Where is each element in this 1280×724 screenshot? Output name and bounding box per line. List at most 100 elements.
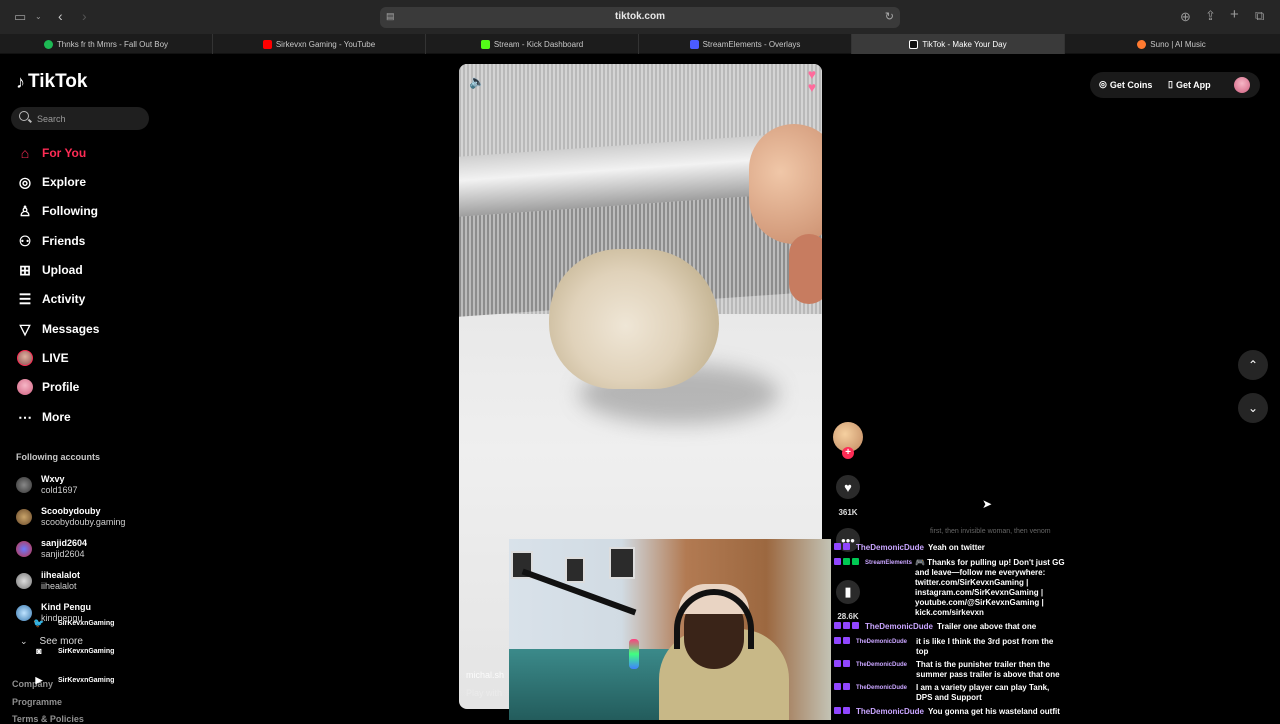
- account-item[interactable]: iihealalot iihealalot: [16, 570, 80, 592]
- account-item[interactable]: Scoobydouby scoobydouby.gaming: [16, 506, 125, 528]
- overlay-social-twitter: 🐦 SirKevxnGaming: [33, 617, 114, 628]
- nav-following[interactable]: ♙ Following: [16, 201, 98, 221]
- nav-more[interactable]: ⋯ More: [16, 407, 71, 427]
- chevron-down-icon[interactable]: ⌄: [35, 10, 42, 24]
- friends-icon: ⚇: [18, 232, 32, 249]
- search-input[interactable]: [37, 111, 142, 126]
- nav-upload[interactable]: ⊞ Upload: [16, 260, 83, 280]
- heart-icon: ♥: [844, 479, 852, 495]
- nav-messages[interactable]: ▽ Messages: [16, 319, 100, 339]
- nav-for-you[interactable]: ⌂ For You: [16, 143, 86, 163]
- footer-terms[interactable]: Terms & Policies: [12, 714, 84, 724]
- spotify-icon: [43, 39, 53, 49]
- home-icon: ⌂: [20, 145, 30, 161]
- avatar: [16, 573, 32, 589]
- kick-icon: [480, 39, 490, 49]
- nav-friends[interactable]: ⚇ Friends: [16, 231, 86, 251]
- video-author[interactable]: michal.sh: [466, 670, 504, 680]
- chat-message: TheDemonicDude You gonna get his wastela…: [834, 707, 1086, 717]
- tiktok-logo[interactable]: ♪ TikTok: [16, 71, 87, 93]
- get-coins-button[interactable]: ◎ Get Coins: [1099, 79, 1152, 90]
- footer-programme[interactable]: Programme: [12, 697, 62, 707]
- follow-plus-icon[interactable]: +: [842, 447, 854, 459]
- account-handle: scoobydouby.gaming: [41, 517, 126, 527]
- twitter-icon: 🐦: [33, 617, 45, 628]
- tiktok-note-icon: ♪: [16, 71, 25, 92]
- chat-badges: [834, 637, 852, 644]
- get-app-button[interactable]: ▯ Get App: [1168, 79, 1211, 90]
- nav-live[interactable]: LIVE: [16, 348, 69, 368]
- chat-text: Yeah on twitter: [928, 543, 985, 552]
- chat-message: TheDemonicDude Yeah on twitter: [834, 543, 1086, 553]
- account-item[interactable]: Wxvy cold1697: [16, 474, 78, 496]
- heart-sticker-icon: ♥ ♥: [807, 66, 816, 95]
- profile-avatar-icon: [16, 378, 34, 396]
- nav-label: Messages: [42, 322, 100, 336]
- account-handle: cold1697: [41, 485, 78, 495]
- chat-badges: [834, 707, 852, 714]
- tab-streamelements[interactable]: StreamElements - Overlays: [639, 34, 852, 54]
- account-name: Scoobydouby: [41, 506, 101, 516]
- next-video-button[interactable]: ⌄: [1238, 393, 1268, 423]
- chat-username: TheDemonicDude: [856, 639, 908, 645]
- chat-text: Trailer one above that one: [937, 622, 1037, 631]
- nav-profile[interactable]: Profile: [16, 377, 79, 397]
- cat-paw: [549, 249, 719, 389]
- download-icon[interactable]: ⊕: [1180, 10, 1191, 24]
- chat-text: You gonna get his wasteland outfit: [928, 707, 1060, 716]
- url-text: tiktok.com: [614, 11, 665, 22]
- back-icon[interactable]: ‹: [58, 9, 63, 23]
- share-icon[interactable]: ⇪: [1205, 9, 1216, 23]
- forward-icon[interactable]: ›: [82, 9, 87, 23]
- chat-message: TheDemonicDude Trailer one above that on…: [834, 622, 1086, 632]
- chat-username: TheDemonicDude: [856, 707, 925, 716]
- account-name: Wxvy: [41, 474, 65, 484]
- avatar: [16, 509, 32, 525]
- nav-activity[interactable]: ☰ Activity: [16, 289, 86, 309]
- tab-youtube[interactable]: Sirkevxn Gaming - YouTube: [213, 34, 426, 54]
- nav-label: Activity: [42, 292, 86, 306]
- chat-text: 🎮 Thanks for pulling up! Don't just GG a…: [915, 558, 1065, 617]
- tab-label: TikTok - Make Your Day: [922, 39, 1007, 49]
- tab-label: StreamElements - Overlays: [702, 39, 801, 49]
- messages-icon: ▽: [19, 320, 31, 337]
- tab-label: Stream - Kick Dashboard: [493, 39, 584, 49]
- sidebar-toggle-icon[interactable]: ▭: [14, 10, 26, 24]
- social-handle: SirKevxnGaming: [58, 676, 115, 684]
- chat-text: That is the punisher trailer then the su…: [916, 660, 1060, 679]
- tab-overview-icon[interactable]: ⧉: [1255, 9, 1264, 23]
- nav-label: Explore: [42, 175, 87, 189]
- chat-message: TheDemonicDude it is like I think the 3r…: [834, 637, 1086, 657]
- tab-bar: Thnks fr th Mmrs - Fall Out Boy Sirkevxn…: [0, 34, 1280, 54]
- tab-suno[interactable]: Suno | AI Music: [1065, 34, 1278, 54]
- volume-icon[interactable]: 🔈: [469, 74, 485, 90]
- user-avatar[interactable]: [1234, 77, 1250, 93]
- new-tab-icon[interactable]: +: [1230, 7, 1239, 22]
- nav-explore[interactable]: ◎ Explore: [16, 172, 86, 192]
- address-bar[interactable]: ▤ tiktok.com ↻: [380, 7, 900, 28]
- account-item[interactable]: sanjid2604 sanjid2604: [16, 538, 87, 560]
- top-right-actions: ◎ Get Coins ▯ Get App: [1090, 72, 1260, 98]
- chat-badges: [834, 543, 852, 550]
- tab-spotify[interactable]: Thnks fr th Mmrs - Fall Out Boy: [0, 34, 213, 54]
- phone-icon: ▯: [1168, 79, 1173, 89]
- upload-icon: ⊞: [19, 261, 31, 278]
- compass-icon: ◎: [18, 173, 32, 190]
- search-box: [11, 107, 149, 130]
- tab-tiktok[interactable]: TikTok - Make Your Day: [852, 34, 1065, 54]
- previous-video-button[interactable]: ⌃: [1238, 350, 1268, 380]
- tiktok-icon: [909, 39, 919, 49]
- chat-badges: [834, 622, 861, 629]
- chat-message: TheDemonicDude I am a variety player can…: [834, 683, 1086, 703]
- chat-text: I am a variety player can play Tank, DPS…: [916, 683, 1050, 702]
- more-icon: ⋯: [18, 408, 32, 425]
- following-accounts-title: Following accounts: [16, 452, 101, 462]
- chat-badges: [834, 660, 852, 667]
- chat-text: it is like I think the 3rd post from the…: [916, 637, 1054, 656]
- avatar: [16, 477, 32, 493]
- tab-kick[interactable]: Stream - Kick Dashboard: [426, 34, 639, 54]
- reload-icon[interactable]: ↻: [885, 10, 894, 23]
- avatar: [16, 605, 32, 621]
- like-button[interactable]: ♥: [836, 475, 860, 499]
- account-handle: sanjid2604: [41, 549, 85, 559]
